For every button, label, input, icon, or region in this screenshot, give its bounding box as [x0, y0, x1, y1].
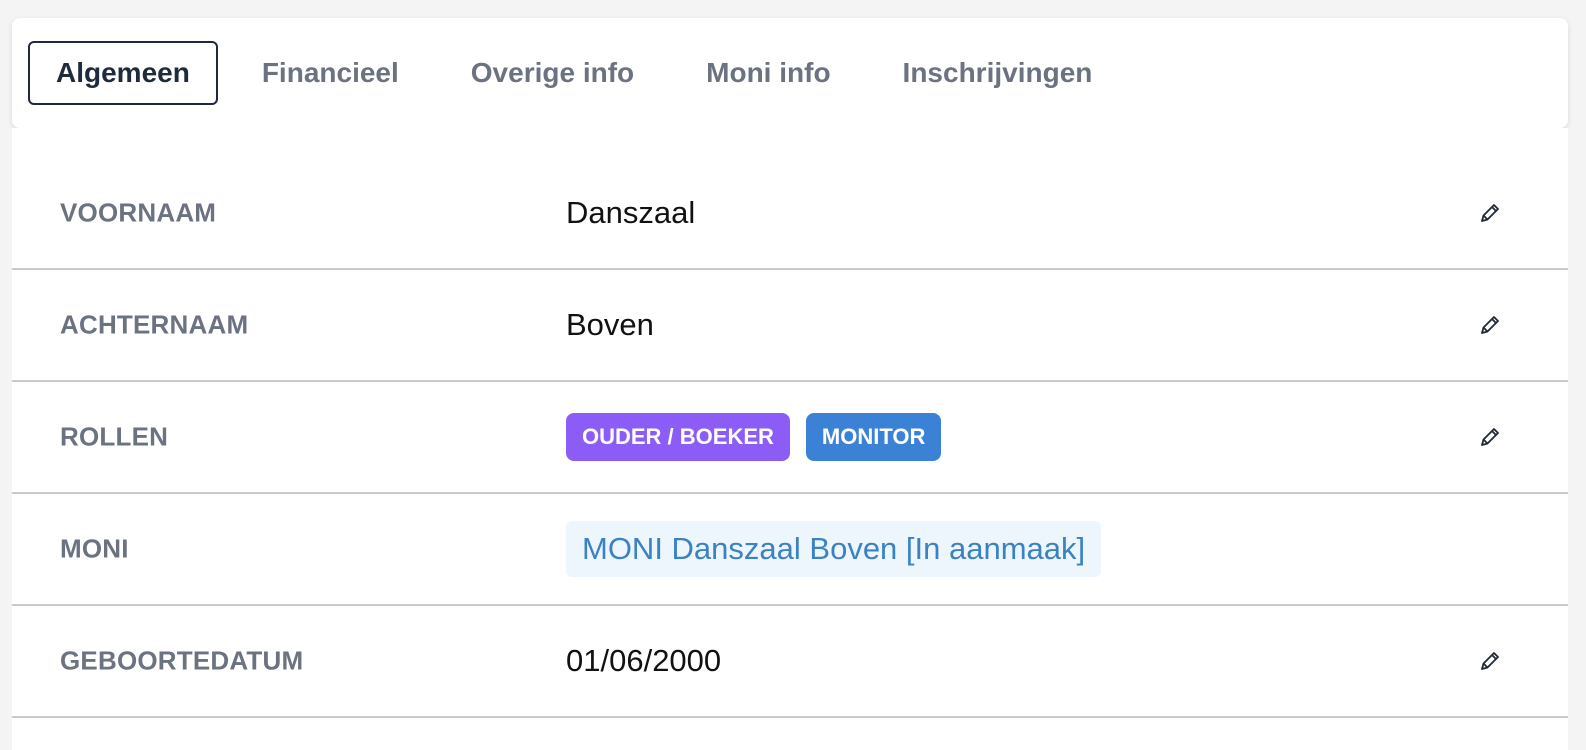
field-label: VOORNAAM: [60, 197, 217, 228]
role-badge-ouder-boeker: OUDER / BOEKER: [566, 413, 790, 461]
tab-inschrijvingen[interactable]: Inschrijvingen: [875, 41, 1121, 105]
field-row-achternaam: ACHTERNAAM Boven: [12, 270, 1568, 382]
field-value-achternaam: Boven: [566, 307, 654, 342]
role-badge-monitor: MONITOR: [805, 413, 942, 461]
field-value-geboortedatum: 01/06/2000: [566, 643, 722, 678]
tab-financieel[interactable]: Financieel: [234, 41, 427, 105]
roles-list: OUDER / BOEKER MONITOR: [566, 413, 957, 461]
field-label: ACHTERNAAM: [60, 309, 249, 340]
field-row-rollen: ROLLEN OUDER / BOEKER MONITOR: [12, 382, 1568, 494]
pencil-icon[interactable]: [1478, 649, 1502, 673]
field-row-moni: MONI MONI Danszaal Boven [In aanmaak]: [12, 494, 1568, 606]
moni-value: MONI Danszaal Boven [In aanmaak]: [566, 521, 1102, 577]
pencil-icon[interactable]: [1478, 313, 1502, 337]
field-value-voornaam: Danszaal: [566, 195, 696, 230]
field-row-voornaam: VOORNAAM Danszaal: [12, 158, 1568, 270]
pencil-icon[interactable]: [1478, 425, 1502, 449]
tab-algemeen[interactable]: Algemeen: [28, 41, 218, 105]
pencil-icon[interactable]: [1478, 201, 1502, 225]
field-label: GEBOORTEDATUM: [60, 645, 304, 676]
tab-overige-info[interactable]: Overige info: [443, 41, 662, 105]
details-panel: VOORNAAM Danszaal ACHTERNAAM Boven ROLLE…: [12, 128, 1568, 750]
tab-bar: Algemeen Financieel Overige info Moni in…: [12, 18, 1568, 128]
field-label: ROLLEN: [60, 421, 169, 452]
field-row-geboortedatum: GEBOORTEDATUM 01/06/2000: [12, 606, 1568, 718]
field-label: MONI: [60, 533, 129, 564]
moni-link[interactable]: MONI Danszaal Boven [In aanmaak]: [566, 521, 1102, 577]
tab-moni-info[interactable]: Moni info: [678, 41, 858, 105]
